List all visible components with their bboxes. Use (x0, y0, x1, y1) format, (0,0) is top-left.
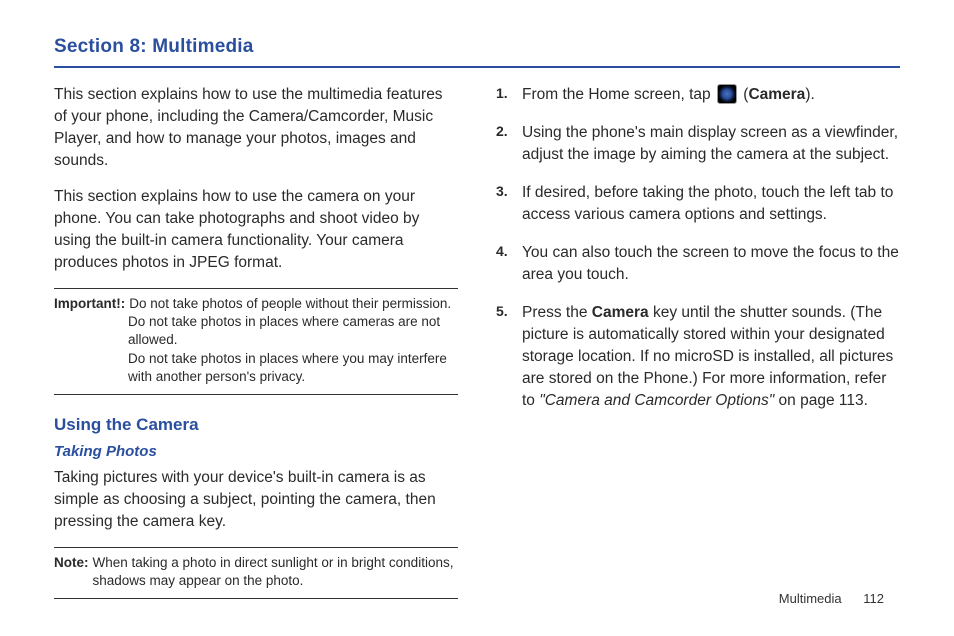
camera-icon (717, 84, 737, 104)
content-columns: This section explains how to use the mul… (54, 84, 900, 617)
step-3: If desired, before taking the photo, tou… (496, 182, 900, 226)
intro-paragraph-1: This section explains how to use the mul… (54, 84, 458, 172)
important-block: Important!: Do not take photos of people… (54, 288, 458, 395)
heading-taking-photos: Taking Photos (54, 441, 458, 462)
step-5: Press the Camera key until the shutter s… (496, 302, 900, 412)
step-1-camera-label: Camera (748, 86, 805, 103)
note-block: Note: When taking a photo in direct sunl… (54, 547, 458, 599)
step-1-text-a: From the Home screen, tap (522, 86, 715, 103)
footer-chapter: Multimedia (779, 591, 842, 606)
taking-photos-paragraph: Taking pictures with your device's built… (54, 467, 458, 533)
title-divider (54, 66, 900, 68)
step-5-text-a: Press the (522, 304, 592, 321)
important-line-3: Do not take photos in places where you m… (54, 350, 458, 386)
step-1-text-c: ). (805, 86, 814, 103)
note-label: Note: (54, 554, 89, 590)
intro-paragraph-2: This section explains how to use the cam… (54, 186, 458, 274)
step-2: Using the phone's main display screen as… (496, 122, 900, 166)
step-5-text-c: on page 113. (774, 392, 868, 409)
section-title: Section 8: Multimedia (54, 36, 900, 58)
steps-list: From the Home screen, tap (Camera). Usin… (496, 84, 900, 412)
footer-page-number: 112 (863, 591, 884, 606)
important-line-1: Do not take photos of people without the… (125, 295, 451, 313)
step-4: You can also touch the screen to move th… (496, 242, 900, 286)
step-1: From the Home screen, tap (Camera). (496, 84, 900, 106)
heading-using-camera: Using the Camera (54, 413, 458, 437)
right-column: From the Home screen, tap (Camera). Usin… (496, 84, 900, 617)
step-5-camera-label: Camera (592, 304, 649, 321)
important-label: Important!: (54, 295, 125, 313)
note-text: When taking a photo in direct sunlight o… (89, 554, 459, 590)
important-line-2: Do not take photos in places where camer… (54, 313, 458, 349)
step-5-reference: "Camera and Camcorder Options" (539, 392, 774, 409)
page-footer: Multimedia 112 (779, 591, 884, 606)
left-column: This section explains how to use the mul… (54, 84, 458, 617)
